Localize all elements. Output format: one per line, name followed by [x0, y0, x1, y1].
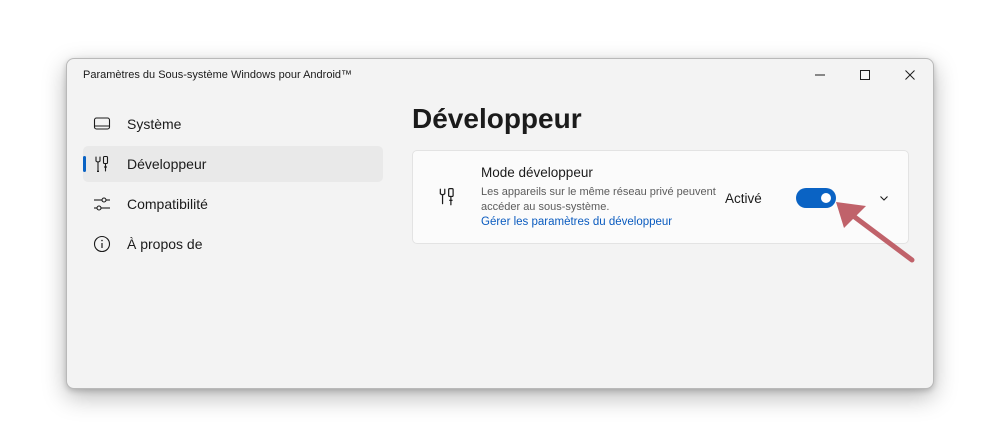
pointer-arrow-icon	[836, 202, 915, 263]
window-title: Paramètres du Sous-système Windows pour …	[83, 69, 353, 81]
sidebar-item-label: Compatibilité	[127, 196, 208, 212]
sidebar-item-label: À propos de	[127, 236, 203, 252]
sidebar-item-systeme[interactable]: Système	[83, 106, 383, 142]
setting-title: Mode développeur	[481, 165, 593, 180]
close-button[interactable]	[887, 59, 933, 91]
minimize-button[interactable]	[797, 59, 843, 91]
page-title: Développeur	[412, 103, 582, 134]
settings-window: Paramètres du Sous-système Windows pour …	[66, 58, 934, 389]
laptop-icon	[93, 117, 111, 130]
sidebar-item-a-propos[interactable]: À propos de	[83, 226, 383, 262]
info-icon	[93, 235, 111, 253]
manage-developer-settings-link[interactable]: Gérer les paramètres du développeur	[481, 216, 672, 228]
sidebar-item-label: Développeur	[127, 156, 207, 172]
maximize-icon	[860, 70, 870, 80]
sidebar-item-compatibilite[interactable]: Compatibilité	[83, 186, 383, 222]
maximize-button[interactable]	[842, 59, 888, 91]
developer-tools-icon	[95, 155, 109, 173]
developer-tools-icon	[439, 188, 454, 206]
setting-description: Les appareils sur le même réseau privé p…	[481, 186, 716, 213]
minimize-icon	[815, 74, 825, 76]
close-icon	[905, 70, 915, 80]
sliders-icon	[94, 197, 110, 211]
selection-indicator	[83, 156, 86, 172]
sidebar-item-label: Système	[127, 116, 182, 132]
toggle-state-label: Activé	[725, 191, 762, 206]
sidebar-item-developpeur[interactable]: Développeur	[83, 146, 383, 182]
